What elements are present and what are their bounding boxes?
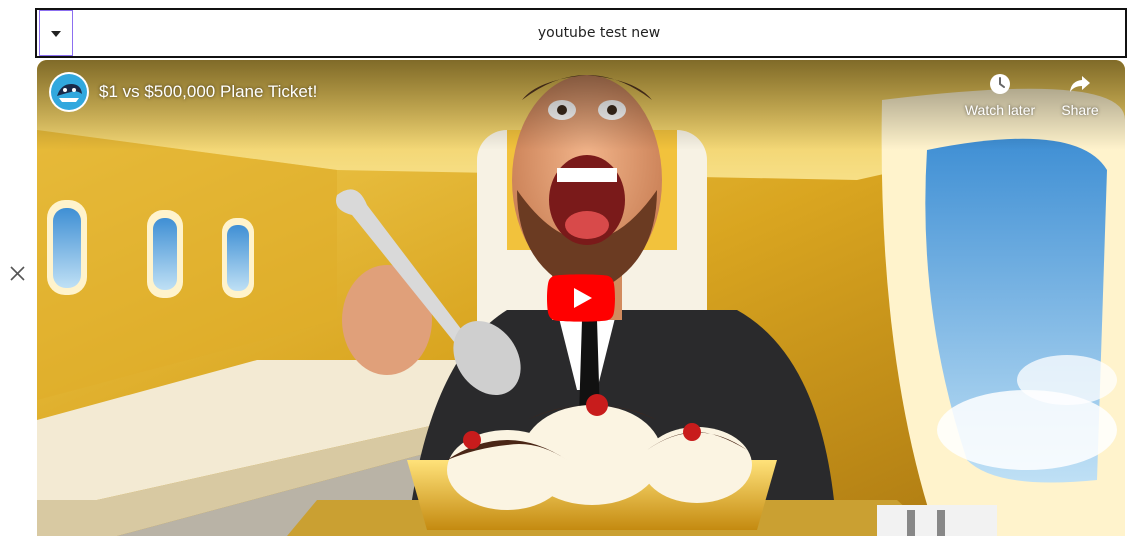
mrbeast-logo-icon [51,74,87,110]
clock-icon [990,74,1010,94]
header-title: youtube test new [537,25,661,41]
caret-down-icon [51,31,61,37]
share-button[interactable]: Share [1040,72,1120,118]
cabin-window-right [881,88,1125,536]
video-title-link[interactable]: $1 vs $500,000 Plane Ticket! [99,82,317,102]
collapse-toggle-button[interactable] [39,10,73,56]
watch-later-button[interactable]: Watch later [960,72,1040,118]
youtube-embed-player[interactable]: $1 vs $500,000 Plane Ticket! Watch later… [37,60,1125,536]
accordion-header: youtube test new [35,8,1127,58]
youtube-play-icon[interactable] [547,274,615,322]
close-icon[interactable] [9,265,26,282]
share-arrow-icon [1070,76,1090,92]
channel-avatar[interactable] [49,72,89,112]
share-label: Share [1061,102,1099,118]
watch-later-label: Watch later [964,102,1036,118]
